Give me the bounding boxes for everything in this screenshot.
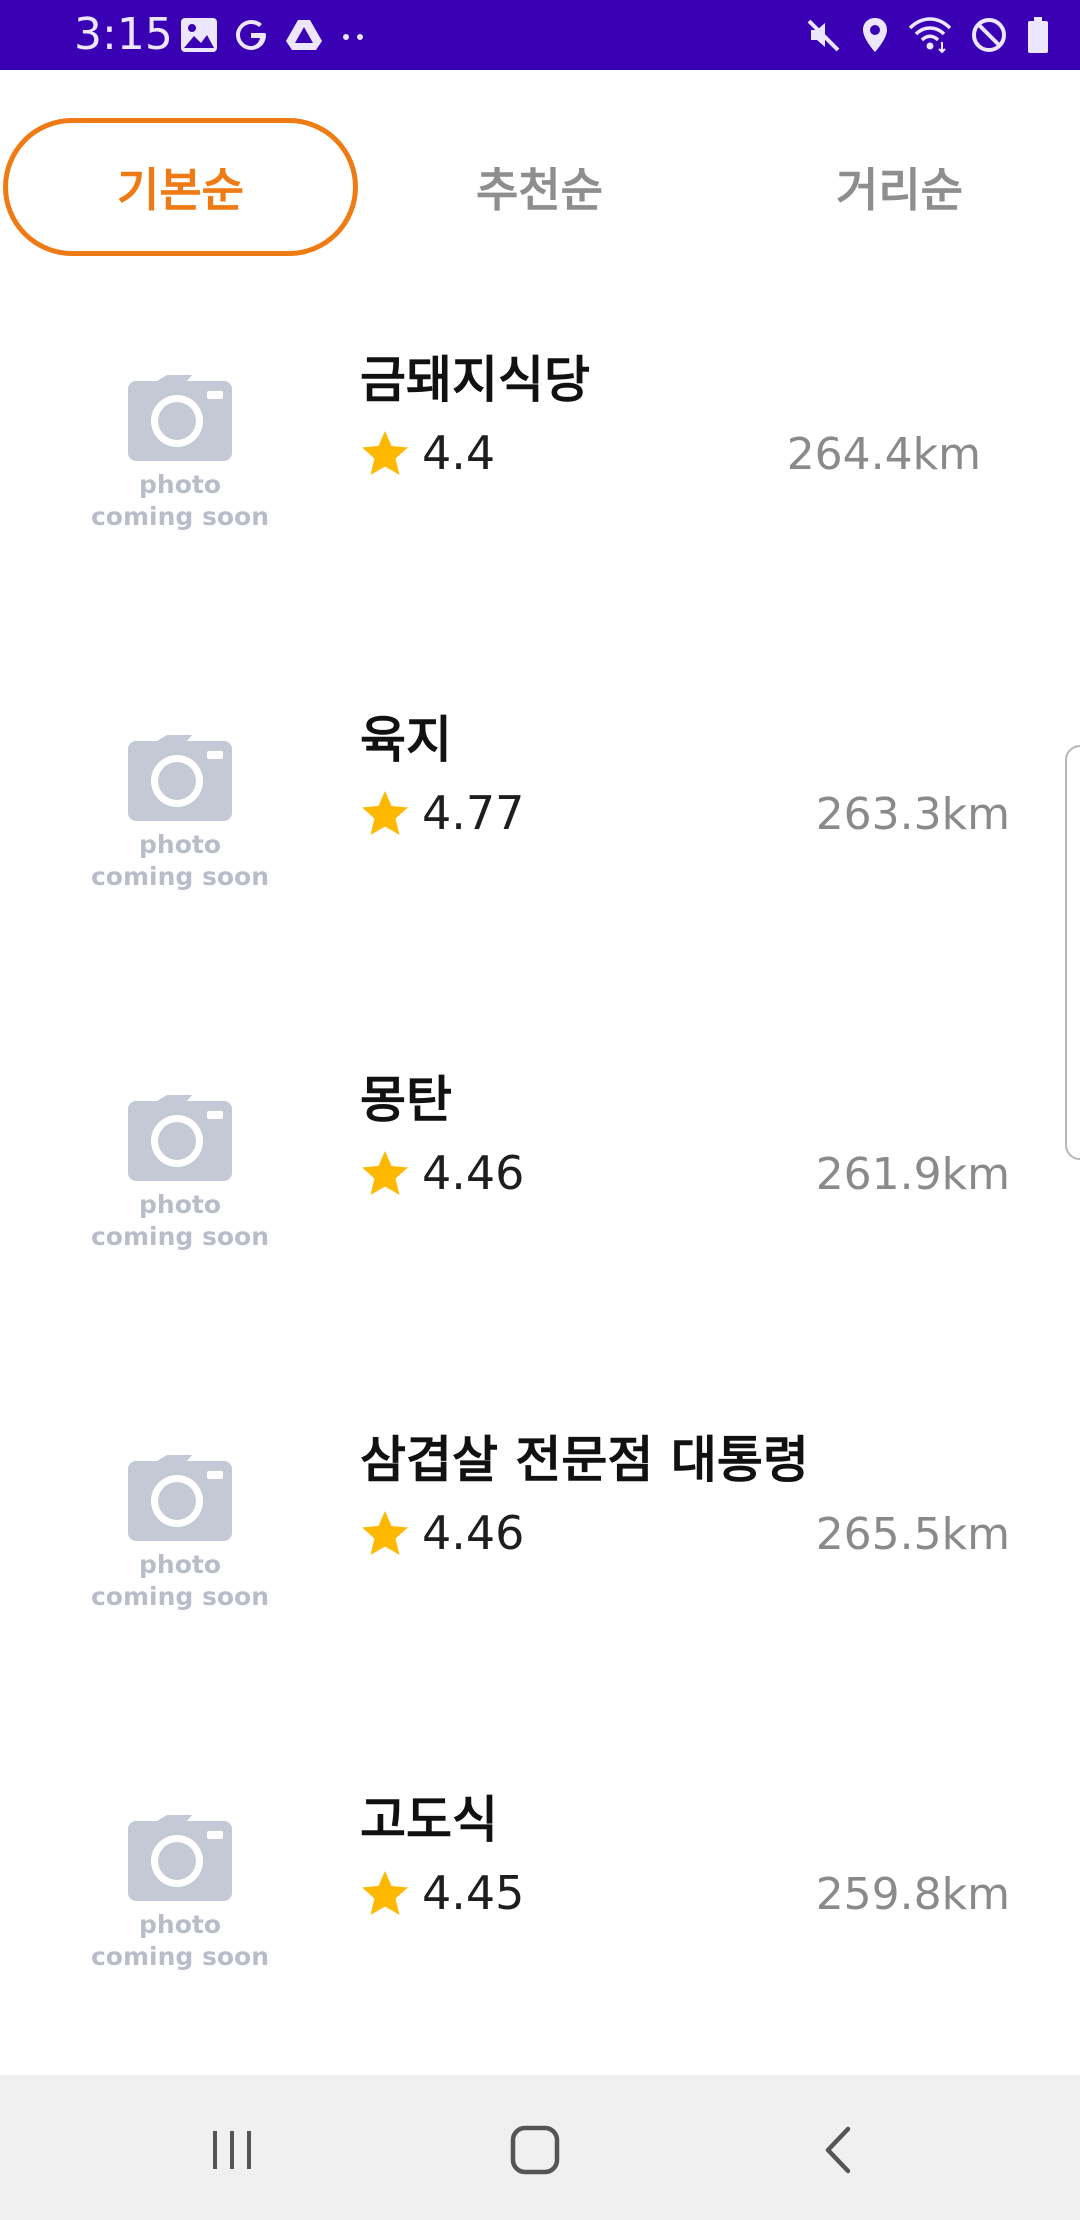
back-icon: [825, 2126, 851, 2174]
placeholder-caption: photo coming soon: [90, 1910, 270, 1971]
home-button[interactable]: [495, 2115, 575, 2185]
rating-value: 4.45: [422, 1866, 525, 1920]
more-dots-icon: [343, 34, 363, 40]
system-nav-bar: [0, 2075, 1080, 2220]
camera-icon: [128, 375, 232, 461]
distance: 263.3km: [815, 789, 1010, 840]
drive-icon: [286, 20, 322, 50]
status-time: 3:15: [74, 9, 173, 60]
star-icon: [362, 1871, 408, 1915]
recent-apps-icon: [213, 2131, 251, 2169]
status-right-icons: [806, 13, 1050, 57]
placeholder-caption: photo coming soon: [90, 1550, 270, 1611]
photo-placeholder: photo coming soon: [90, 1813, 270, 1983]
star-icon: [362, 1511, 408, 1555]
camera-icon: [128, 1095, 232, 1181]
placeholder-caption: photo coming soon: [90, 830, 270, 891]
photo-placeholder: photo coming soon: [90, 1093, 270, 1263]
mute-icon: [807, 19, 840, 52]
google-g-icon: [236, 20, 266, 50]
rating: 4.77: [360, 783, 524, 843]
distance: 265.5km: [815, 1509, 1010, 1560]
rating-value: 4.46: [422, 1506, 525, 1560]
photo-placeholder: photo coming soon: [90, 1453, 270, 1623]
list-item[interactable]: photo coming soon 금돼지식당 4.4 264.4km: [0, 305, 1080, 665]
gallery-icon: [181, 18, 217, 52]
status-bar: 3:15: [0, 0, 1080, 70]
placeholder-caption: photo coming soon: [90, 470, 270, 531]
recent-apps-button[interactable]: [192, 2115, 272, 2185]
photo-placeholder: photo coming soon: [90, 373, 270, 543]
tab-recommended-order[interactable]: 추천순: [362, 118, 717, 256]
star-icon: [362, 431, 408, 475]
rating-value: 4.77: [422, 786, 525, 840]
restaurant-name: 육지: [360, 711, 452, 769]
list-item[interactable]: photo coming soon 삼겹살 전문점 대통령 4.46 265.5…: [0, 1385, 1080, 1745]
tab-distance-order[interactable]: 거리순: [722, 118, 1077, 256]
placeholder-caption: photo coming soon: [90, 1190, 270, 1251]
sort-tab-bar: 기본순 추천순 거리순: [0, 70, 1080, 305]
restaurant-name: 금돼지식당: [360, 351, 590, 409]
restaurant-name: 몽탄: [360, 1071, 452, 1129]
rating-value: 4.46: [422, 1146, 525, 1200]
photo-placeholder: photo coming soon: [90, 733, 270, 903]
back-button[interactable]: [798, 2115, 878, 2185]
star-icon: [362, 791, 408, 835]
rating: 4.46: [360, 1143, 524, 1203]
rating-value: 4.4: [422, 426, 496, 480]
distance: 259.8km: [815, 1869, 1010, 1920]
camera-icon: [128, 1815, 232, 1901]
camera-icon: [128, 735, 232, 821]
list-item[interactable]: photo coming soon 고도식 4.45 259.8km: [0, 1745, 1080, 2105]
restaurant-name: 고도식: [360, 1791, 498, 1849]
rating: 4.46: [360, 1503, 524, 1563]
scroll-handle[interactable]: [1065, 745, 1080, 1160]
camera-icon: [128, 1455, 232, 1541]
rating: 4.45: [360, 1863, 524, 1923]
battery-icon: [1028, 17, 1048, 53]
star-icon: [362, 1151, 408, 1195]
list-item[interactable]: photo coming soon 몽탄 4.46 261.9km: [0, 1025, 1080, 1385]
distance: 264.4km: [786, 429, 981, 480]
home-icon: [510, 2125, 560, 2175]
wifi-icon: [908, 17, 952, 54]
status-left-icons: [180, 13, 368, 57]
restaurant-list: photo coming soon 금돼지식당 4.4 264.4km phot…: [0, 305, 1080, 2105]
list-item[interactable]: photo coming soon 육지 4.77 263.3km: [0, 665, 1080, 1025]
tab-default-order[interactable]: 기본순: [3, 118, 358, 256]
restaurant-name: 삼겹살 전문점 대통령: [360, 1431, 809, 1489]
location-icon: [863, 18, 887, 52]
rating: 4.4: [360, 423, 495, 483]
distance: 261.9km: [815, 1149, 1010, 1200]
do-not-disturb-icon: [972, 18, 1006, 52]
